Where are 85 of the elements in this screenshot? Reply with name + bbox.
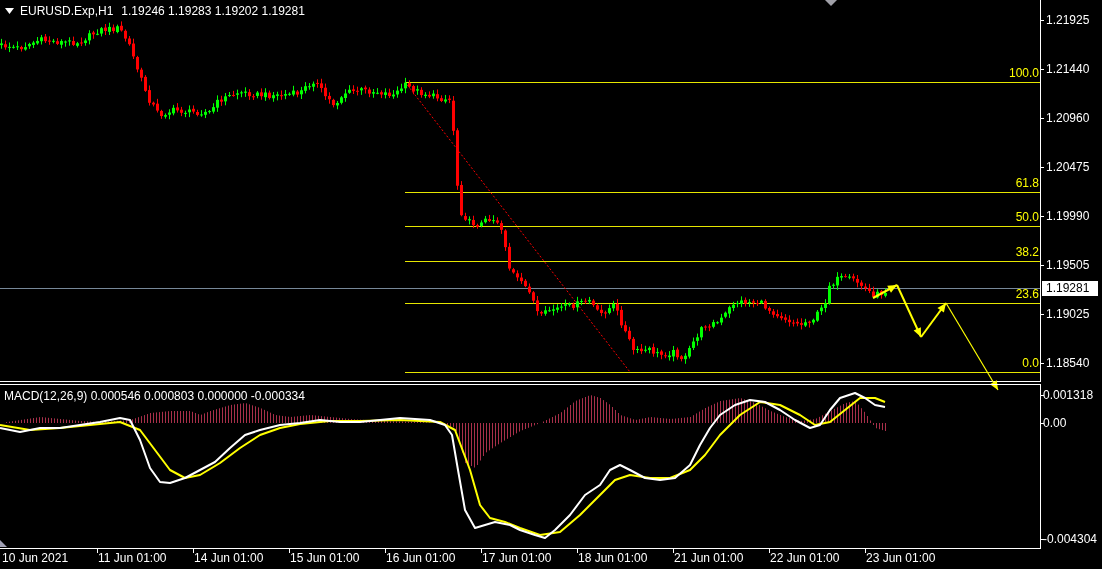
time-axis-label: 15 Jun 01:00 xyxy=(290,551,360,565)
bullish-candle xyxy=(416,85,419,95)
bearish-candle xyxy=(232,90,235,97)
bearish-candle xyxy=(844,273,847,278)
bearish-candle xyxy=(80,37,83,47)
time-axis-label: 14 Jun 01:00 xyxy=(194,551,264,565)
time-axis-label: 23 Jun 01:00 xyxy=(866,551,936,565)
price-axis-label: 1.19505 xyxy=(1046,258,1090,272)
fib-level-label: 50.0 xyxy=(1015,210,1039,224)
bearish-candle xyxy=(380,90,383,99)
fib-level-label: 38.2 xyxy=(1015,245,1039,259)
time-axis-label: 18 Jun 01:00 xyxy=(578,551,648,565)
corner-triangle-icon[interactable] xyxy=(0,540,7,547)
bearish-candle xyxy=(72,36,75,47)
bullish-candle xyxy=(884,288,887,298)
price-axis-label: 1.21925 xyxy=(1046,13,1090,27)
bullish-candle xyxy=(360,87,363,95)
price-axis-label: 1.20960 xyxy=(1046,111,1090,125)
bearish-candle xyxy=(112,24,115,34)
bullish-candle xyxy=(804,318,807,327)
bearish-candle xyxy=(488,214,491,223)
fib-level-label: 0.0 xyxy=(1022,356,1039,370)
time-axis-label: 11 Jun 01:00 xyxy=(98,551,167,565)
bearish-candle xyxy=(880,289,883,299)
time-axis-label: 21 Jun 01:00 xyxy=(674,551,744,565)
ohlc-quote: 1.19246 1.19283 1.19202 1.19281 xyxy=(121,4,305,18)
bearish-candle xyxy=(808,320,811,328)
bearish-candle xyxy=(92,30,95,39)
current-price-label: 1.19281 xyxy=(1042,281,1098,296)
bearish-candle xyxy=(744,297,747,307)
price-axis-label: 1.18540 xyxy=(1046,356,1090,370)
bullish-candle xyxy=(760,299,763,304)
price-axis-label: 1.19025 xyxy=(1046,307,1090,321)
macd-axis-label: 0.001318 xyxy=(1043,388,1094,402)
bearish-candle xyxy=(260,88,263,100)
bearish-candle xyxy=(640,344,643,355)
bullish-candle xyxy=(52,38,55,44)
bullish-candle xyxy=(432,90,435,99)
bullish-candle xyxy=(848,274,851,280)
time-axis-label: 16 Jun 01:00 xyxy=(386,551,456,565)
bearish-candle xyxy=(584,298,587,304)
bullish-candle xyxy=(256,91,259,99)
bullish-candle xyxy=(444,94,447,104)
bullish-candle xyxy=(876,289,879,299)
price-axis-label: 1.21440 xyxy=(1046,62,1090,76)
time-axis-label: 10 Jun 2021 xyxy=(2,551,69,565)
bullish-candle xyxy=(0,38,3,49)
price-axis-label: 1.20475 xyxy=(1046,160,1090,174)
time-axis-label: 17 Jun 01:00 xyxy=(482,551,552,565)
bearish-candle xyxy=(56,38,59,46)
bearish-candle xyxy=(104,24,107,36)
bullish-candle xyxy=(264,88,267,101)
bullish-candle xyxy=(492,215,495,224)
bearish-candle xyxy=(220,95,223,106)
bearish-candle xyxy=(652,343,655,357)
bullish-candle xyxy=(108,22,111,35)
macd-axis-label: 0.00 xyxy=(1043,416,1067,430)
bearish-candle xyxy=(420,87,423,98)
bullish-candle xyxy=(384,88,387,99)
bullish-candle xyxy=(76,41,79,48)
time-axis-label: 22 Jun 01:00 xyxy=(770,551,840,565)
bearish-candle xyxy=(4,40,7,50)
fib-level-label: 100.0 xyxy=(1008,66,1039,80)
bullish-candle xyxy=(424,92,427,99)
bullish-candle xyxy=(116,24,119,34)
bearish-candle xyxy=(296,90,299,98)
macd-label: MACD(12,26,9) 0.000546 0.000803 0.000000 -0.000334 xyxy=(4,389,305,403)
price-axis-label: 1.19990 xyxy=(1046,209,1090,223)
bullish-candle xyxy=(748,299,751,307)
fib-level-label: 61.8 xyxy=(1015,176,1039,190)
bearish-candle xyxy=(20,45,23,52)
triangle-marker-icon[interactable] xyxy=(825,0,837,6)
bearish-candle xyxy=(268,90,271,100)
bearish-candle xyxy=(280,90,283,100)
bearish-candle xyxy=(388,88,391,98)
bullish-candle xyxy=(468,216,471,225)
bullish-candle xyxy=(588,296,591,305)
macd-axis-label: -0.004304 xyxy=(1043,532,1098,546)
bullish-candle xyxy=(656,348,659,358)
bearish-candle xyxy=(428,91,431,99)
bullish-candle xyxy=(636,346,639,354)
bearish-candle xyxy=(572,302,575,311)
symbol-title: EURUSD.Exp,H1 xyxy=(20,4,114,18)
dropdown-triangle-icon[interactable] xyxy=(5,8,14,14)
fib-level-label: 23.6 xyxy=(1015,287,1039,301)
